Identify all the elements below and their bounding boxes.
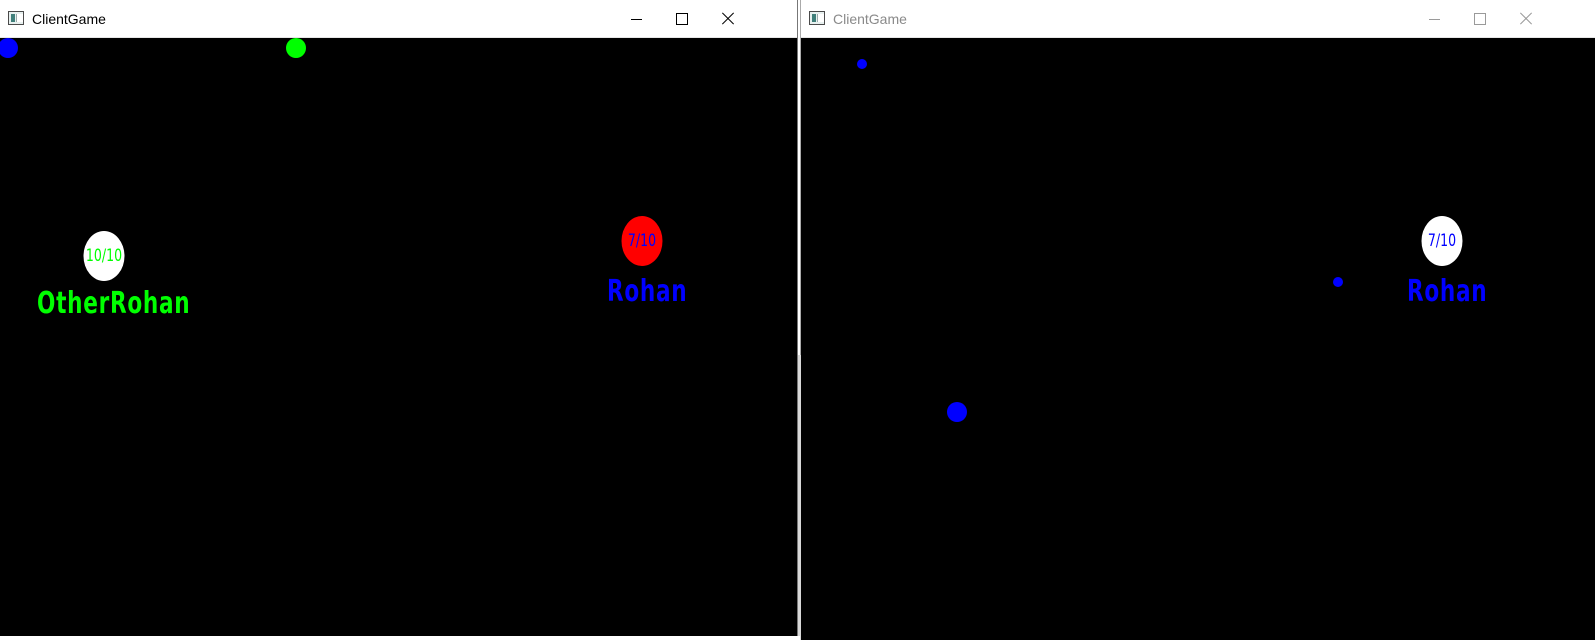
player-health-circle: 10/10 [83,231,125,281]
blue-projectile [0,38,18,58]
bottom-edge [0,636,800,640]
maximize-button[interactable] [1457,0,1503,38]
player-health: 7/10 [1427,231,1457,251]
game-canvas[interactable]: 7/10 Rohan [801,38,1595,640]
green-projectile [286,38,306,58]
game-window-left[interactable]: ClientGame 10/10 OtherRohan 7/10 Rohan [0,0,798,640]
minimize-button[interactable] [1411,0,1457,38]
blue-projectile [947,402,967,422]
blue-projectile [857,59,867,69]
window-title: ClientGame [32,11,106,27]
player-health: 10/10 [85,246,123,266]
player-health-circle: 7/10 [621,216,663,266]
player-health: 7/10 [627,231,657,251]
window-divider [798,355,801,640]
app-icon [809,11,825,25]
blue-projectile [1333,277,1343,287]
close-button[interactable] [1503,0,1549,38]
maximize-button[interactable] [659,0,705,38]
player-health-circle: 7/10 [1421,216,1463,266]
player-name: OtherRohan [37,286,191,321]
close-button[interactable] [705,0,751,38]
player-name: Rohan [1407,274,1488,309]
minimize-button[interactable] [613,0,659,38]
game-canvas[interactable]: 10/10 OtherRohan 7/10 Rohan [0,38,797,640]
player-name: Rohan [607,274,688,309]
app-icon [8,11,24,25]
game-window-right[interactable]: ClientGame 7/10 Rohan [800,0,1595,640]
window-title: ClientGame [833,11,907,27]
title-bar[interactable]: ClientGame [0,0,797,38]
title-bar[interactable]: ClientGame [801,0,1595,38]
